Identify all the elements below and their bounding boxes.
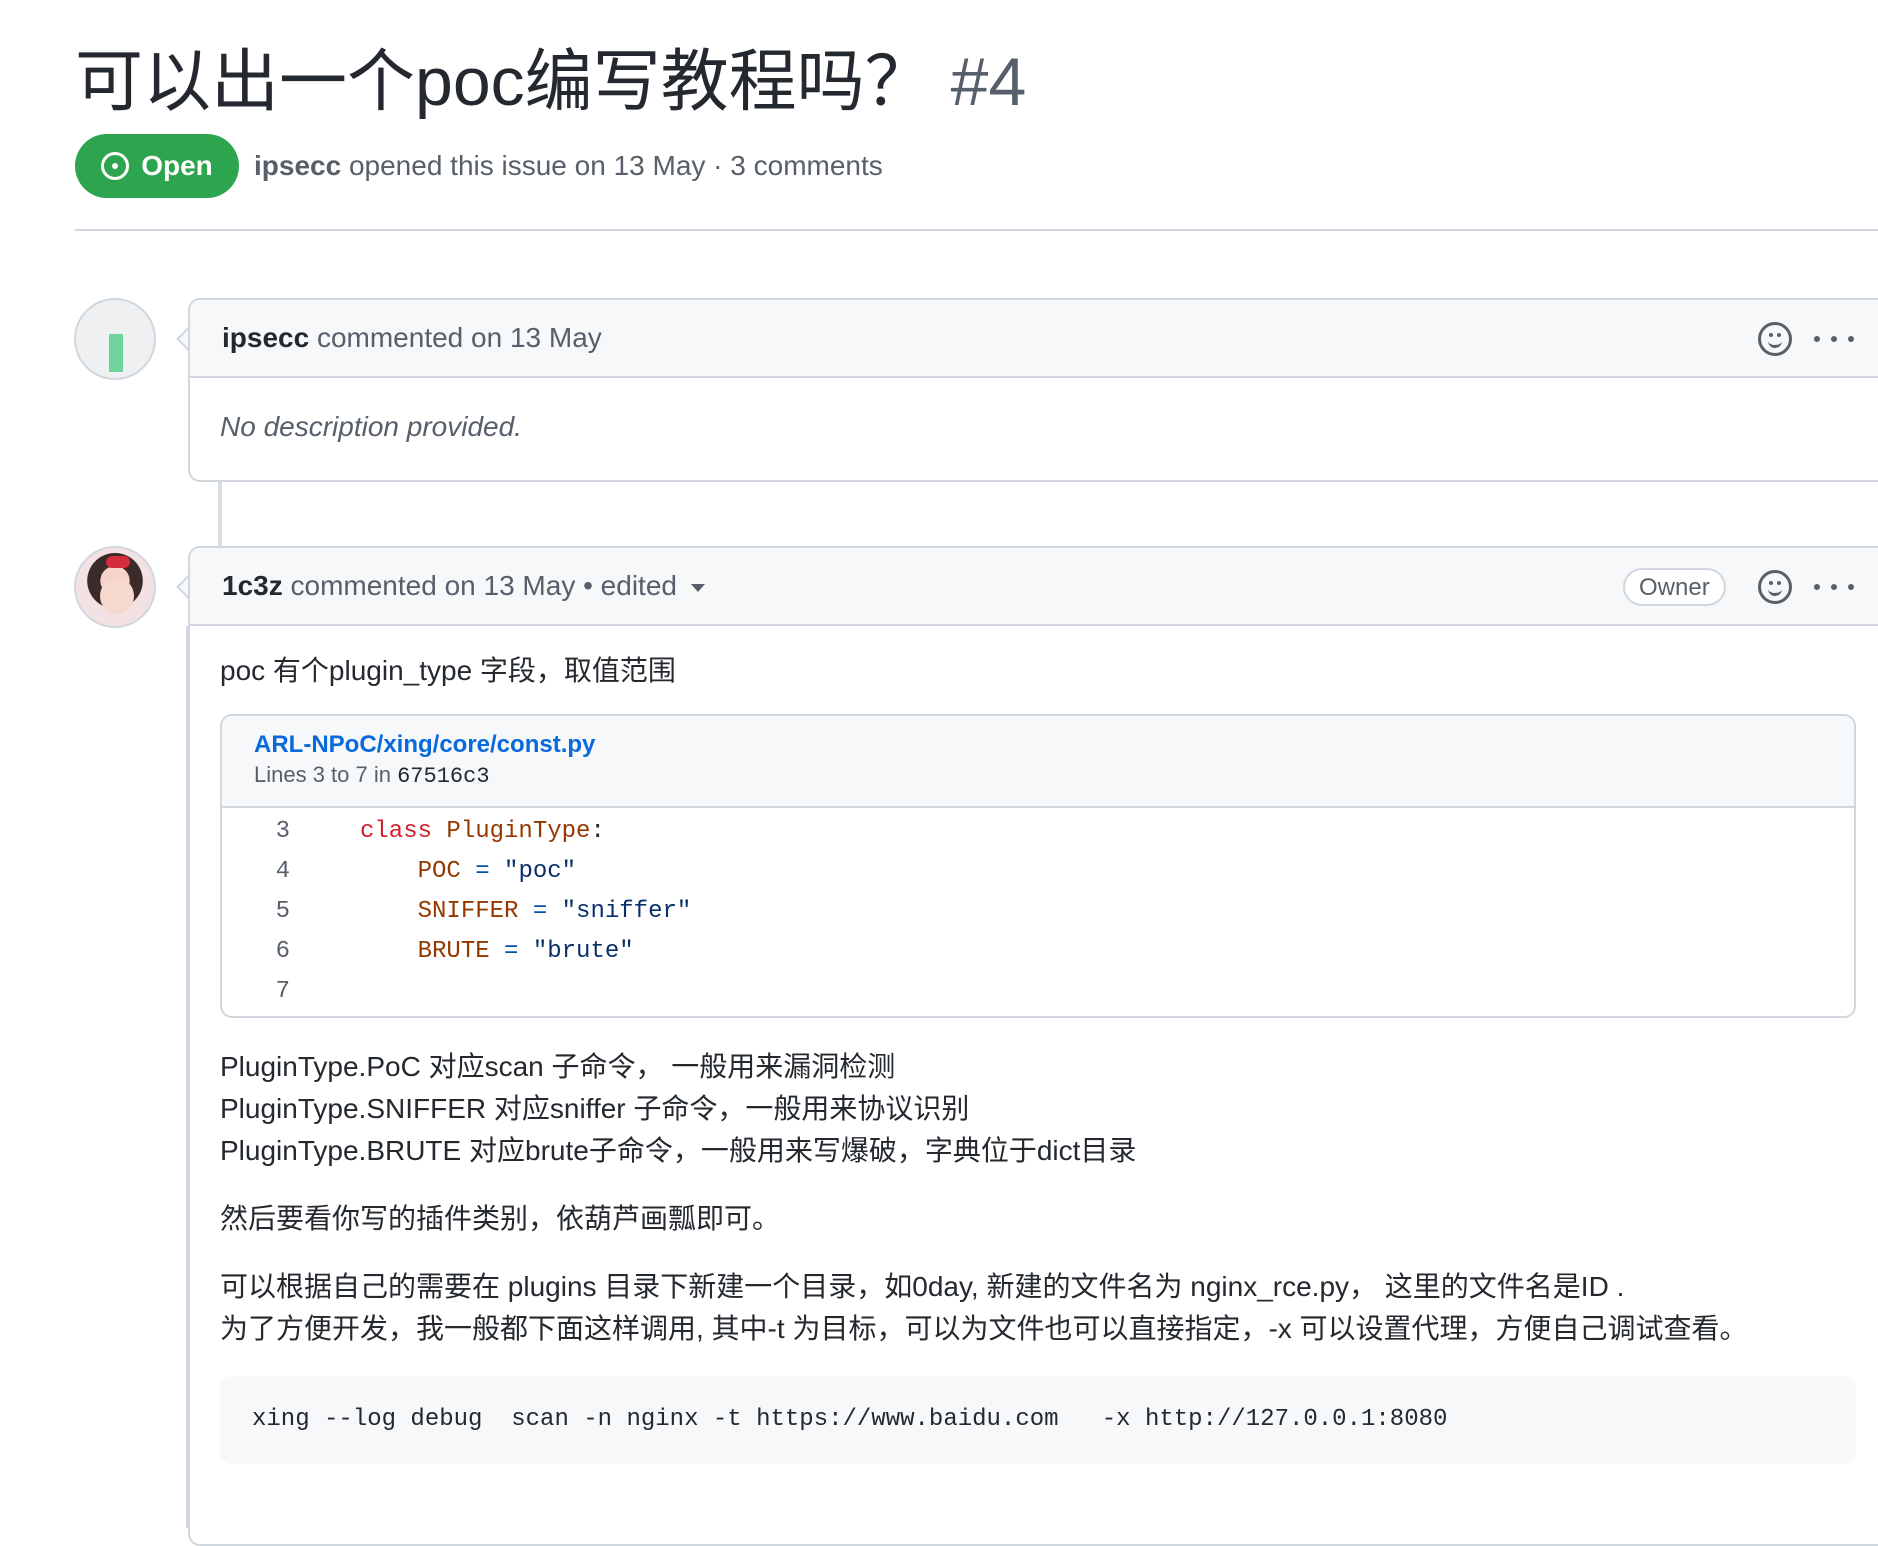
- code-text: BRUTE = "brute": [290, 932, 634, 972]
- comment-header: ipsecc commented on 13 May: [190, 300, 1878, 378]
- dot: [1848, 584, 1854, 590]
- code-operator: =: [460, 858, 505, 885]
- code-line: 4 POC = "poc": [222, 852, 1854, 892]
- code-variable: BRUTE: [417, 938, 490, 965]
- smiley-icon[interactable]: [1758, 322, 1792, 356]
- avatar-face: [100, 578, 134, 614]
- line-number[interactable]: 6: [222, 932, 290, 972]
- smiley-icon[interactable]: [1758, 570, 1792, 604]
- code-operator: =: [518, 898, 562, 925]
- text-paragraph: 然后要看你写的插件类别，依葫芦画瓢即可。: [220, 1198, 1876, 1240]
- text-line: PluginType.PoC 对应scan 子命令， 一般用来漏洞检测: [220, 1051, 896, 1082]
- code-embed: ARL-NPoC/xing/core/const.py Lines 3 to 7…: [220, 714, 1856, 1018]
- dot: [1814, 584, 1820, 590]
- comment-body: No description provided.: [190, 378, 1878, 472]
- text-line: PluginType.SNIFFER 对应sniffer 子命令，一般用来协议识…: [220, 1093, 970, 1124]
- issue-number: #4: [950, 44, 1027, 120]
- comment-header-text: ipsecc commented on 13 May: [222, 320, 602, 356]
- dot: [1814, 336, 1820, 342]
- comment-header-text: 1c3z commented on 13 May • edited: [222, 568, 705, 604]
- dot: [1848, 336, 1854, 342]
- comment-card: 1c3z commented on 13 May • edited Owner …: [188, 546, 1878, 1546]
- owner-badge: Owner: [1623, 568, 1726, 606]
- kebab-horizontal-icon[interactable]: [1814, 322, 1854, 356]
- issue-meta-text: opened this issue on 13 May · 3 comments: [348, 150, 883, 181]
- code-line: 5 SNIFFER = "sniffer": [222, 892, 1854, 932]
- issue-open-icon: [101, 152, 130, 180]
- avatar[interactable]: [74, 546, 156, 628]
- plugin-type-description: PluginType.PoC 对应scan 子命令， 一般用来漏洞检测 Plug…: [220, 1046, 1876, 1172]
- text-line: 然后要看你写的插件类别，依葫芦画瓢即可。: [220, 1203, 781, 1234]
- text-line: PluginType.BRUTE 对应brute子命令，一般用来写爆破，字典位于…: [220, 1135, 1137, 1166]
- text-line: 可以根据自己的需要在 plugins 目录下新建一个目录，如0day, 新建的文…: [220, 1271, 1625, 1302]
- code-punct: :: [590, 818, 605, 845]
- code-line: 6 BRUTE = "brute": [222, 932, 1854, 972]
- code-table: 3 class PluginType: 4 POC = "poc" 5 SNIF…: [222, 808, 1854, 1016]
- comment-action[interactable]: commented on 13 May: [291, 570, 576, 601]
- text-line: 为了方便开发，我一般都下面这样调用, 其中-t 为目标，可以为文件也可以直接指定…: [220, 1313, 1748, 1344]
- code-embed-lines-prefix: Lines 3 to 7 in: [254, 762, 398, 787]
- comment-author-link[interactable]: 1c3z: [222, 570, 283, 601]
- code-embed-header: ARL-NPoC/xing/core/const.py Lines 3 to 7…: [222, 716, 1854, 808]
- issue-title-text: 可以出一个poc编写教程吗？: [75, 44, 933, 120]
- avatar[interactable]: [74, 298, 156, 380]
- code-operator: =: [489, 938, 533, 965]
- dot: [1831, 584, 1837, 590]
- issue-author-link[interactable]: ipsecc: [254, 150, 341, 181]
- command-code-block: xing --log debug scan -n nginx -t https:…: [220, 1376, 1856, 1464]
- code-string: "sniffer": [561, 898, 692, 925]
- comment-card: ipsecc commented on 13 May No descriptio…: [188, 298, 1878, 482]
- code-text: class PluginType:: [290, 812, 605, 852]
- header-divider: [75, 229, 1878, 231]
- code-embed-path-link[interactable]: ARL-NPoC/xing/core/const.py: [254, 730, 1822, 760]
- comment-intro: poc 有个plugin_type 字段，取值范围: [220, 655, 676, 686]
- issue-state-badge: Open: [75, 134, 239, 198]
- code-string: "brute": [532, 938, 634, 965]
- line-number[interactable]: 5: [222, 892, 290, 932]
- timeline-connector: [218, 482, 222, 548]
- line-number[interactable]: 7: [222, 972, 290, 1012]
- code-variable: SNIFFER: [417, 898, 519, 925]
- no-description-text: No description provided.: [220, 411, 522, 442]
- code-text: SNIFFER = "sniffer": [290, 892, 692, 932]
- code-line: 7: [222, 972, 1854, 1012]
- avatar-identicon: [109, 334, 123, 372]
- code-line: 3 class PluginType:: [222, 812, 1854, 852]
- code-text: POC = "poc": [290, 852, 576, 892]
- comment-header: 1c3z commented on 13 May • edited Owner: [190, 548, 1878, 626]
- usage-description: 可以根据自己的需要在 plugins 目录下新建一个目录，如0day, 新建的文…: [220, 1266, 1876, 1350]
- code-class-name: PluginType: [446, 818, 591, 845]
- issue-state-label: Open: [141, 150, 213, 181]
- code-keyword: class: [360, 818, 447, 845]
- edited-dropdown[interactable]: • edited: [583, 570, 677, 601]
- issue-meta: ipsecc opened this issue on 13 May · 3 c…: [254, 146, 883, 186]
- code-embed-lines: Lines 3 to 7 in 67516c3: [254, 760, 1822, 792]
- commit-sha-link[interactable]: 67516c3: [397, 764, 489, 789]
- avatar-bow: [106, 556, 130, 568]
- smiley-mouth: [1768, 337, 1782, 348]
- code-string: "poc": [504, 858, 577, 885]
- line-number[interactable]: 3: [222, 812, 290, 852]
- comment-action[interactable]: commented on 13 May: [317, 322, 602, 353]
- dot: [1831, 336, 1837, 342]
- kebab-horizontal-icon[interactable]: [1814, 570, 1854, 604]
- comment-author-link[interactable]: ipsecc: [222, 322, 309, 353]
- code-variable: POC: [417, 858, 461, 885]
- triangle-down-icon[interactable]: [690, 583, 705, 592]
- issue-title: 可以出一个poc编写教程吗？ #4: [75, 40, 1026, 124]
- smiley-mouth: [1768, 585, 1782, 596]
- comment-body: poc 有个plugin_type 字段，取值范围 ARL-NPoC/xing/…: [190, 626, 1878, 1488]
- line-number[interactable]: 4: [222, 852, 290, 892]
